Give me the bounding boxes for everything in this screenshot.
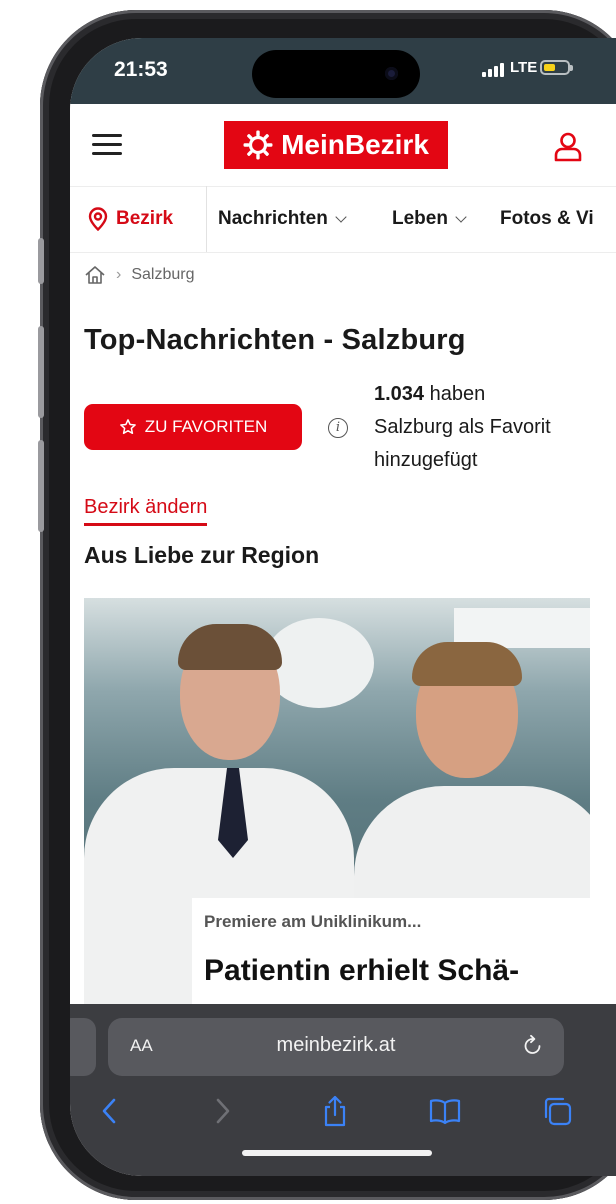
status-time: 21:53 [114,58,168,81]
favorite-count: 1.034 [374,383,425,405]
chevron-right-icon [216,1098,230,1124]
add-favorite-label: ZU FAVORITEN [144,417,268,436]
chevron-left-icon [102,1098,116,1124]
nav-item-leben[interactable]: Leben [392,186,467,252]
location-pin-icon [88,207,108,231]
nav-item-nachrichten[interactable]: Nachrichten [218,186,347,252]
battery-icon [540,60,573,75]
tabs-icon [544,1097,572,1126]
silent-switch [38,238,44,284]
forward-button[interactable] [206,1094,240,1128]
article-kicker: Premiere am Uniklinikum... [204,912,422,931]
address-bar[interactable]: AA meinbezirk.at [108,1018,564,1076]
section-title: Aus Liebe zur Region [84,542,320,568]
dynamic-island [252,50,420,98]
info-icon[interactable]: i [328,418,348,438]
home-icon[interactable] [84,265,106,285]
share-button[interactable] [318,1094,352,1128]
nav-bezirk-label: Bezirk [116,208,174,229]
network-type: LTE [510,59,538,76]
back-button[interactable] [92,1094,126,1128]
bookmarks-button[interactable] [428,1094,462,1128]
book-icon [429,1099,461,1125]
page-title: Top-Nachrichten - Salzburg [84,324,466,356]
reload-icon[interactable] [522,1034,544,1056]
user-icon[interactable] [554,132,582,162]
browser-bottom-bar: AA meinbezirk.at [70,1004,616,1176]
breadcrumb-separator-icon: › [116,266,122,283]
share-icon [324,1095,346,1127]
volume-up-button [38,326,44,418]
logo-text: MeinBezirk [281,129,429,160]
main-nav: Bezirk Nachrichten Leben Fotos & Vi [70,186,616,253]
chevron-down-icon [335,210,347,223]
article-card[interactable]: Premiere am Uniklinikum... Patientin erh… [84,598,590,1018]
site-logo[interactable]: MeinBezirk [224,121,448,169]
star-icon [119,419,136,435]
home-indicator[interactable] [242,1150,432,1156]
previous-tab-preview[interactable] [70,1018,96,1076]
change-region-link[interactable]: Bezirk ändern [84,496,208,526]
nav-divider [206,186,207,252]
camera-icon [385,67,398,80]
tabs-button[interactable] [540,1094,574,1128]
volume-down-button [38,440,44,532]
status-bar: 21:53 LTE [70,38,616,104]
nav-item-fotos[interactable]: Fotos & Vi [500,186,594,252]
site-header: MeinBezirk [70,104,616,187]
menu-icon[interactable] [92,134,122,156]
article-headline[interactable]: Patientin erhielt Schä- [204,954,519,988]
logo-sun-icon [243,130,273,160]
breadcrumb: › Salzburg [84,260,194,290]
browser-toolbar [70,1088,616,1134]
article-text-box: Premiere am Uniklinikum... Patientin erh… [192,898,590,1018]
signal-icon [482,63,504,77]
chevron-down-icon [455,210,467,223]
favorite-count-text: 1.034 haben Salzburg als Favorit hinzuge… [374,383,551,471]
add-favorite-button[interactable]: ZU FAVORITEN [84,404,302,450]
url-text: meinbezirk.at [276,1034,396,1056]
nav-bezirk[interactable]: Bezirk [88,186,173,252]
phone-screen: 21:53 LTE MeinBezirk Bezirk Nachrichten … [70,38,616,1176]
breadcrumb-current: Salzburg [131,266,195,283]
